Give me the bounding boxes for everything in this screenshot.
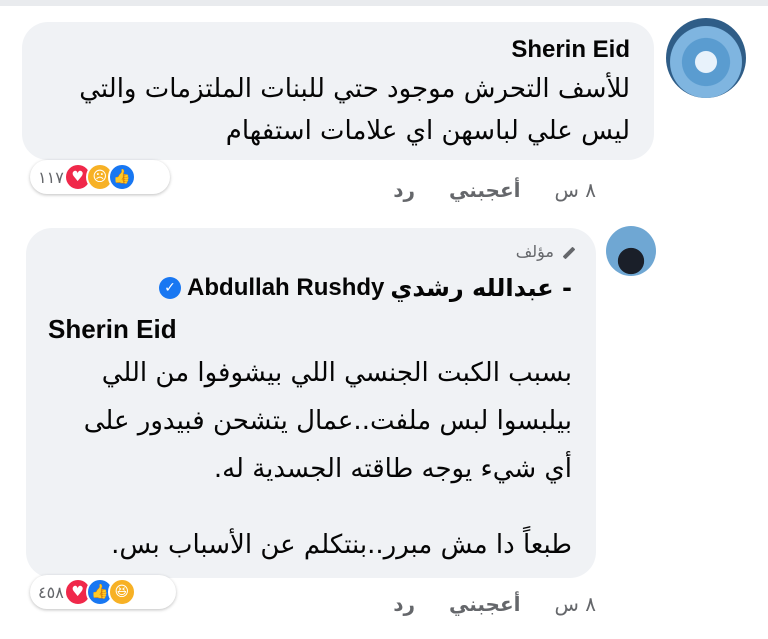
comment-text-line: طبعاً دا مش مبرر..بنتكلم عن الأسباب بس. — [111, 530, 572, 560]
verified-badge-icon: ✓ — [159, 277, 182, 299]
author-name-en[interactable]: Abdullah Rushdy — [187, 274, 384, 302]
pen-icon — [560, 244, 576, 260]
reactions-count: ١١٧ — [38, 167, 64, 187]
top-divider — [0, 0, 768, 6]
avatar-sherin[interactable] — [666, 18, 746, 98]
comment-bubble-1: Sherin Eid للأسف التحرش موجود حتي للبنات… — [22, 22, 654, 160]
like-icon: 👍 — [107, 163, 136, 191]
comment-author-name[interactable]: Sherin Eid — [511, 36, 630, 64]
reactions-summary[interactable]: ١١٧ ♥ ☹ 👍 — [30, 160, 170, 194]
timestamp[interactable]: ٨ س — [554, 178, 596, 202]
reply-link[interactable]: رد — [393, 178, 415, 202]
author-name-ar[interactable]: عبدالله رشدي - — [390, 274, 572, 302]
comment-text-line: ليس علي لباسهن اي علامات استفهام — [225, 116, 630, 146]
author-badge: مؤلف — [516, 242, 576, 261]
comment-author[interactable]: ✓ Abdullah Rushdy عبدالله رشدي - — [159, 274, 572, 302]
comment-text-line: بسبب الكبت الجنسي اللي بيشوفوا من اللي — [101, 358, 572, 388]
like-link[interactable]: أعجبني — [449, 178, 521, 202]
mention-tag[interactable]: Sherin Eid — [48, 314, 177, 345]
like-link[interactable]: أعجبني — [449, 592, 521, 616]
reply-link[interactable]: رد — [393, 592, 415, 616]
comment-text-line: بيلبسوا لبس ملفت..عمال يتشحن فبيدور على — [83, 406, 572, 436]
avatar-abdullah[interactable] — [606, 226, 656, 276]
timestamp[interactable]: ٨ س — [554, 592, 596, 616]
comment-text-line: أي شيء يوجه طاقته الجسدية له. — [213, 454, 572, 484]
haha-icon: 😆 — [107, 578, 136, 606]
reactions-summary[interactable]: ٤٥٨ ♥ 👍 😆 — [30, 575, 176, 609]
comment-actions: ٨ س أعجبني رد — [393, 178, 596, 202]
reactions-count: ٤٥٨ — [38, 582, 64, 602]
comment-bubble-2: مؤلف ✓ Abdullah Rushdy عبدالله رشدي - Sh… — [26, 228, 596, 578]
comment-text-line: للأسف التحرش موجود حتي للبنات الملتزمات … — [79, 74, 630, 104]
comment-actions: ٨ س أعجبني رد — [393, 592, 596, 616]
author-badge-label: مؤلف — [515, 242, 554, 261]
